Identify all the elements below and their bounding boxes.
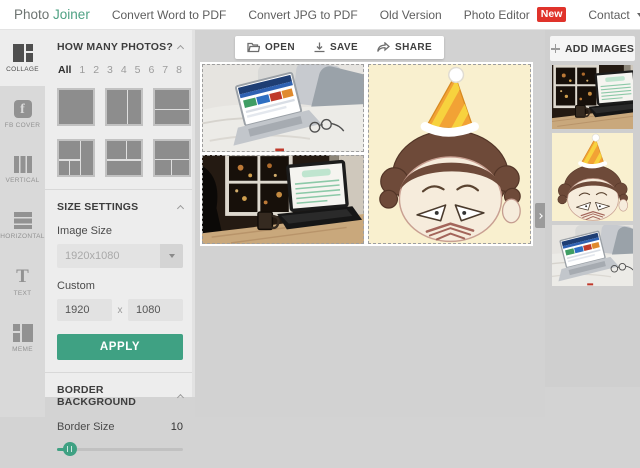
dimension-separator: x [117, 304, 123, 316]
custom-height-input[interactable] [128, 299, 183, 321]
custom-label: Custom [57, 280, 95, 292]
save-button[interactable]: SAVE [314, 42, 358, 53]
laptop-on-bed-photo [202, 64, 364, 152]
layout-option-2[interactable] [105, 88, 143, 126]
add-images-button[interactable]: ADD IMAGES [550, 36, 635, 61]
horizontal-layout-icon [13, 212, 32, 229]
rail-item-meme[interactable]: MEME [0, 310, 45, 366]
settings-panel: HOW MANY PHOTOS? All 1 2 3 4 5 6 7 8 SIZ… [45, 30, 195, 456]
rail-item-horizontal[interactable]: HORIZONTAL [0, 198, 45, 254]
filter-6[interactable]: 6 [148, 64, 154, 76]
rail-item-text[interactable]: T TEXT [0, 254, 45, 310]
chevron-right-icon [536, 212, 543, 219]
share-button[interactable]: SHARE [377, 42, 432, 53]
logo-part-photo: Photo [14, 7, 50, 22]
folder-icon [247, 42, 260, 53]
how-many-photos-title: HOW MANY PHOTOS? [57, 41, 173, 53]
collapse-icon[interactable] [176, 204, 185, 212]
border-background-title: BORDER BACKGROUND [57, 384, 136, 408]
image-size-label: Image Size [57, 225, 113, 237]
rail-item-fb-cover[interactable]: f FB COVER [0, 86, 45, 142]
tool-rail: COLLAGE f FB COVER VERTICAL HORIZONTAL T… [0, 30, 45, 417]
nav-link-convert-word[interactable]: Convert Word to PDF [112, 8, 226, 22]
layout-option-1[interactable] [57, 88, 95, 126]
slider-handle[interactable] [62, 442, 77, 456]
photo-count-filters: All 1 2 3 4 5 6 7 8 [58, 64, 182, 76]
layout-option-6[interactable] [153, 139, 191, 177]
collage-cell-laptop-on-bed[interactable] [202, 64, 364, 152]
collage-cell-laptop-on-desk[interactable] [202, 155, 364, 244]
layout-option-4[interactable] [57, 139, 95, 177]
collapse-icon[interactable] [177, 393, 185, 401]
share-icon [377, 42, 391, 52]
border-size-value: 10 [170, 421, 183, 433]
layout-options-grid [57, 88, 191, 177]
rail-item-collage[interactable]: COLLAGE [0, 30, 45, 86]
meme-icon [12, 323, 33, 342]
collapse-icon[interactable] [176, 44, 185, 52]
filter-all[interactable]: All [58, 64, 71, 76]
logo-part-joiner: Joiner [53, 7, 90, 22]
canvas-toolbar: OPEN SAVE SHARE [235, 36, 445, 59]
top-navbar: Photo Joiner Convert Word to PDF Convert… [0, 0, 640, 30]
layout-option-3[interactable] [153, 88, 191, 126]
laptop-on-desk-night-photo [552, 65, 633, 129]
image-thumbnail-cartoon-face[interactable] [552, 133, 633, 221]
laptop-on-desk-night-photo [202, 155, 364, 244]
caret-down-icon [168, 254, 175, 258]
panel-expander-handle[interactable] [535, 203, 545, 228]
collage-canvas [200, 62, 533, 246]
facebook-icon: f [13, 99, 32, 118]
apply-button[interactable]: APPLY [57, 334, 183, 360]
filter-3[interactable]: 3 [107, 64, 113, 76]
app-logo[interactable]: Photo Joiner [14, 7, 90, 22]
filter-2[interactable]: 2 [93, 64, 99, 76]
border-background-section: BORDER BACKGROUND Border Size 10 [45, 372, 195, 468]
canvas-area: OPEN SAVE SHARE [195, 30, 545, 417]
rail-item-vertical[interactable]: VERTICAL [0, 142, 45, 198]
plus-icon [550, 44, 560, 53]
filter-4[interactable]: 4 [121, 64, 127, 76]
nav-link-photo-editor[interactable]: Photo Editor New [464, 7, 567, 22]
border-size-slider[interactable] [57, 442, 183, 456]
download-icon [314, 42, 325, 53]
size-settings-section: SIZE SETTINGS Image Size 1920x1080 Custo… [45, 189, 195, 372]
nav-link-contact[interactable]: Contact [588, 8, 640, 22]
size-settings-title: SIZE SETTINGS [57, 201, 139, 213]
nav-link-convert-jpg[interactable]: Convert JPG to PDF [248, 8, 357, 22]
custom-width-input[interactable] [57, 299, 112, 321]
how-many-photos-section: HOW MANY PHOTOS? All 1 2 3 4 5 6 7 8 [45, 30, 195, 189]
image-size-value: 1920x1080 [65, 250, 120, 262]
collage-cell-cartoon-face[interactable] [368, 64, 531, 244]
image-thumbnail-laptop-on-bed[interactable] [552, 225, 633, 286]
vertical-layout-icon [13, 156, 32, 173]
cartoon-party-hat-face [368, 64, 531, 244]
open-button[interactable]: OPEN [247, 42, 295, 53]
filter-8[interactable]: 8 [176, 64, 182, 76]
collage-icon [12, 43, 33, 62]
layout-option-5[interactable] [105, 139, 143, 177]
images-panel: ADD IMAGES [545, 30, 640, 387]
image-thumbnail-laptop-on-desk[interactable] [552, 65, 633, 129]
custom-size-row: x [57, 299, 183, 321]
filter-1[interactable]: 1 [79, 64, 85, 76]
cartoon-party-hat-face [552, 133, 633, 221]
new-badge: New [536, 7, 567, 22]
filter-5[interactable]: 5 [135, 64, 141, 76]
laptop-on-bed-photo [552, 225, 633, 286]
dropdown-caret-button[interactable] [160, 244, 183, 268]
filter-7[interactable]: 7 [162, 64, 168, 76]
image-size-dropdown[interactable]: 1920x1080 [57, 244, 183, 268]
text-icon: T [16, 265, 29, 287]
border-size-label: Border Size [57, 421, 115, 433]
nav-link-old-version[interactable]: Old Version [380, 8, 442, 22]
